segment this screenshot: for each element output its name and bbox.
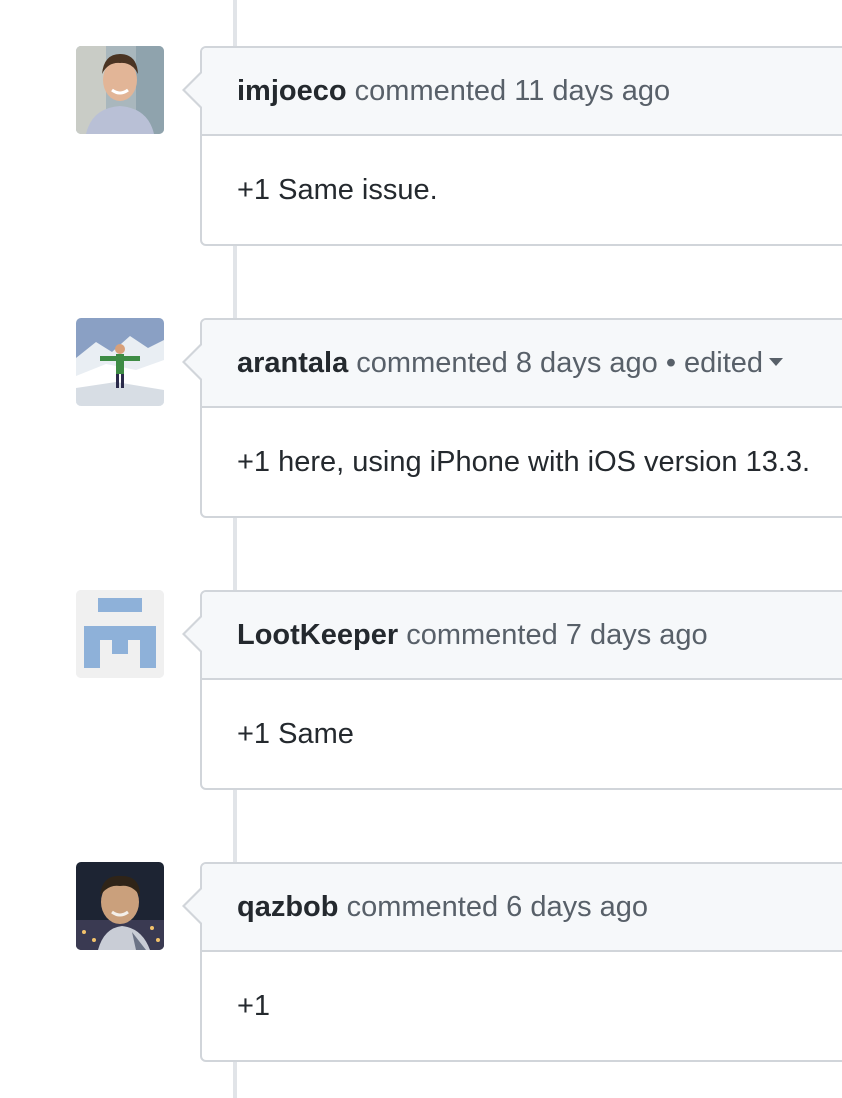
comment-body: +1 Same bbox=[237, 718, 354, 750]
comment-author-link[interactable]: imjoeco bbox=[237, 75, 347, 107]
identicon-icon bbox=[76, 590, 164, 678]
comment-action: commented bbox=[346, 891, 499, 923]
edited-separator: • bbox=[665, 347, 676, 379]
timeline-comment: LootKeeper commented 7 days ago +1 Same bbox=[0, 590, 842, 792]
comment-action: commented bbox=[406, 619, 558, 651]
comment-header: imjoeco commented 11 days ago bbox=[182, 48, 842, 136]
comment-author-link[interactable]: arantala bbox=[237, 347, 348, 379]
avatar[interactable] bbox=[76, 318, 164, 406]
comment-author-link[interactable]: LootKeeper bbox=[237, 619, 398, 651]
comment-action: commented bbox=[354, 75, 507, 107]
comment-body: +1 here, using iPhone with iOS version 1… bbox=[237, 446, 811, 478]
user-photo-icon bbox=[76, 46, 164, 134]
comment-timestamp[interactable]: 8 days ago bbox=[516, 347, 658, 379]
comment-timestamp[interactable]: 6 days ago bbox=[506, 891, 648, 923]
caret-down-icon bbox=[769, 358, 784, 367]
avatar[interactable] bbox=[76, 590, 164, 678]
comment-timestamp[interactable]: 11 days ago bbox=[514, 75, 670, 107]
speech-arrow-inner bbox=[185, 72, 203, 108]
comment-box: arantala commented 8 days ago • edited +… bbox=[182, 318, 842, 518]
comment-action: commented bbox=[356, 347, 508, 379]
comment-header: qazbob commented 6 days ago bbox=[182, 864, 842, 952]
comment-body: +1 Same issue. bbox=[237, 174, 438, 206]
avatar[interactable] bbox=[76, 862, 164, 950]
edited-label: edited bbox=[684, 347, 764, 379]
timeline-comment: arantala commented 8 days ago • edited +… bbox=[0, 318, 842, 520]
comment-author-link[interactable]: qazbob bbox=[237, 891, 339, 923]
avatar[interactable] bbox=[76, 46, 164, 134]
comment-header: arantala commented 8 days ago • edited bbox=[182, 320, 842, 408]
edited-dropdown[interactable]: edited bbox=[684, 347, 784, 379]
comment-timestamp[interactable]: 7 days ago bbox=[566, 619, 708, 651]
speech-arrow-inner bbox=[185, 888, 203, 924]
speech-arrow-inner bbox=[185, 616, 203, 652]
comment-meta: arantala commented 8 days ago • edited bbox=[237, 320, 784, 406]
comment-meta: imjoeco commented 11 days ago bbox=[237, 48, 670, 134]
timeline-comment: imjoeco commented 11 days ago +1 Same is… bbox=[0, 46, 842, 248]
comment-box: qazbob commented 6 days ago +1 bbox=[182, 862, 842, 1062]
comment-meta: LootKeeper commented 7 days ago bbox=[237, 592, 708, 678]
comment-box: LootKeeper commented 7 days ago +1 Same bbox=[182, 590, 842, 790]
speech-arrow-inner bbox=[185, 344, 203, 380]
comment-meta: qazbob commented 6 days ago bbox=[237, 864, 648, 950]
comment-header: LootKeeper commented 7 days ago bbox=[182, 592, 842, 680]
user-photo-icon bbox=[76, 862, 164, 950]
comment-body: +1 bbox=[237, 990, 271, 1022]
user-photo-icon bbox=[76, 318, 164, 406]
comment-box: imjoeco commented 11 days ago +1 Same is… bbox=[182, 46, 842, 246]
timeline-comment: qazbob commented 6 days ago +1 bbox=[0, 862, 842, 1064]
